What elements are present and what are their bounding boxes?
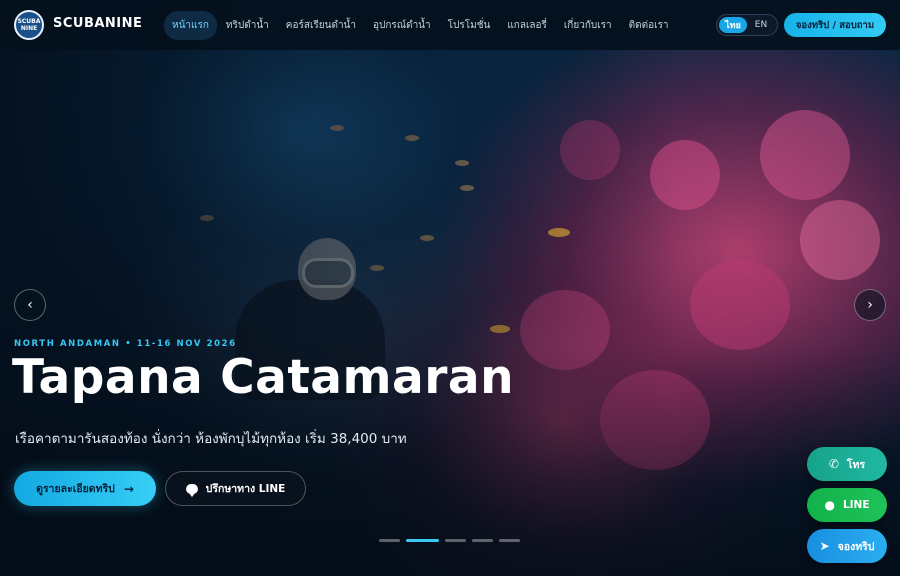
language-switcher: ไทย EN [716, 14, 778, 36]
logo-text-top: SCUBA [17, 18, 41, 25]
call-button[interactable]: ✆ โทร [807, 447, 887, 481]
carousel-next-button[interactable]: › [854, 289, 886, 321]
carousel-dot[interactable] [445, 539, 466, 542]
carousel-dot[interactable] [472, 539, 493, 542]
menu-item-about[interactable]: เกี่ยวกับเรา [556, 11, 620, 40]
carousel-prev-button[interactable]: ‹ [14, 289, 46, 321]
top-navigation: SCUBA NINE SCUBANINE หน้าแรก ทริปดำน้ำ ค… [0, 0, 900, 50]
line-chat-icon: ● [824, 498, 835, 512]
menu-item-contact[interactable]: ติดต่อเรา [621, 11, 677, 40]
send-icon: ➤ [819, 539, 830, 553]
view-trip-details-button[interactable]: ดูรายละเอียดทริป → [14, 471, 156, 506]
book-inquiry-button[interactable]: จองทริป / สอบถาม [784, 13, 886, 37]
carousel-indicators [379, 539, 526, 542]
phone-icon: ✆ [828, 457, 839, 471]
lang-english-button[interactable]: EN [747, 17, 775, 33]
line-consult-label: ปรึกษาทาง LINE [205, 483, 286, 495]
menu-item-promotions[interactable]: โปรโมชั่น [440, 11, 499, 40]
chevron-left-icon: ‹ [27, 297, 33, 313]
line-button[interactable]: ● LINE [807, 488, 887, 522]
book-trip-button[interactable]: ➤ จองทริป [807, 529, 887, 563]
line-label: LINE [842, 499, 870, 511]
menu-item-gallery[interactable]: แกลเลอรี่ [499, 11, 555, 40]
hero-title: Tapana Catamaran [12, 350, 515, 405]
carousel-dot[interactable] [499, 539, 520, 542]
line-chat-icon [185, 483, 198, 497]
book-trip-label: จองทริป [837, 540, 875, 553]
call-label: โทร [846, 458, 866, 471]
hero-eyebrow: NORTH ANDAMAN • 11-16 NOV 2026 [14, 339, 237, 349]
carousel-dot-active[interactable] [406, 539, 439, 542]
lang-thai-button[interactable]: ไทย [719, 17, 747, 33]
main-menu: หน้าแรก ทริปดำน้ำ คอร์สเรียนดำน้ำ อุปกรณ… [164, 11, 678, 40]
chevron-right-icon: › [867, 297, 873, 313]
menu-item-equipment[interactable]: อุปกรณ์ดำน้ำ [365, 11, 439, 40]
arrow-right-icon: → [123, 481, 134, 496]
menu-item-trips[interactable]: ทริปดำน้ำ [218, 11, 277, 40]
hero-subtitle: เรือคาตามารันสองท้อง นั่งกว่า ห้องพักบุไ… [15, 431, 407, 447]
menu-item-courses[interactable]: คอร์สเรียนดำน้ำ [278, 11, 364, 40]
line-consult-button[interactable]: ปรึกษาทาง LINE [165, 471, 306, 506]
logo-icon[interactable]: SCUBA NINE [14, 10, 44, 40]
logo-text-bottom: NINE [20, 25, 38, 32]
brand-name[interactable]: SCUBANINE [53, 16, 142, 31]
view-trip-details-label: ดูรายละเอียดทริป [36, 483, 115, 495]
carousel-dot[interactable] [379, 539, 400, 542]
menu-item-home[interactable]: หน้าแรก [164, 11, 217, 40]
